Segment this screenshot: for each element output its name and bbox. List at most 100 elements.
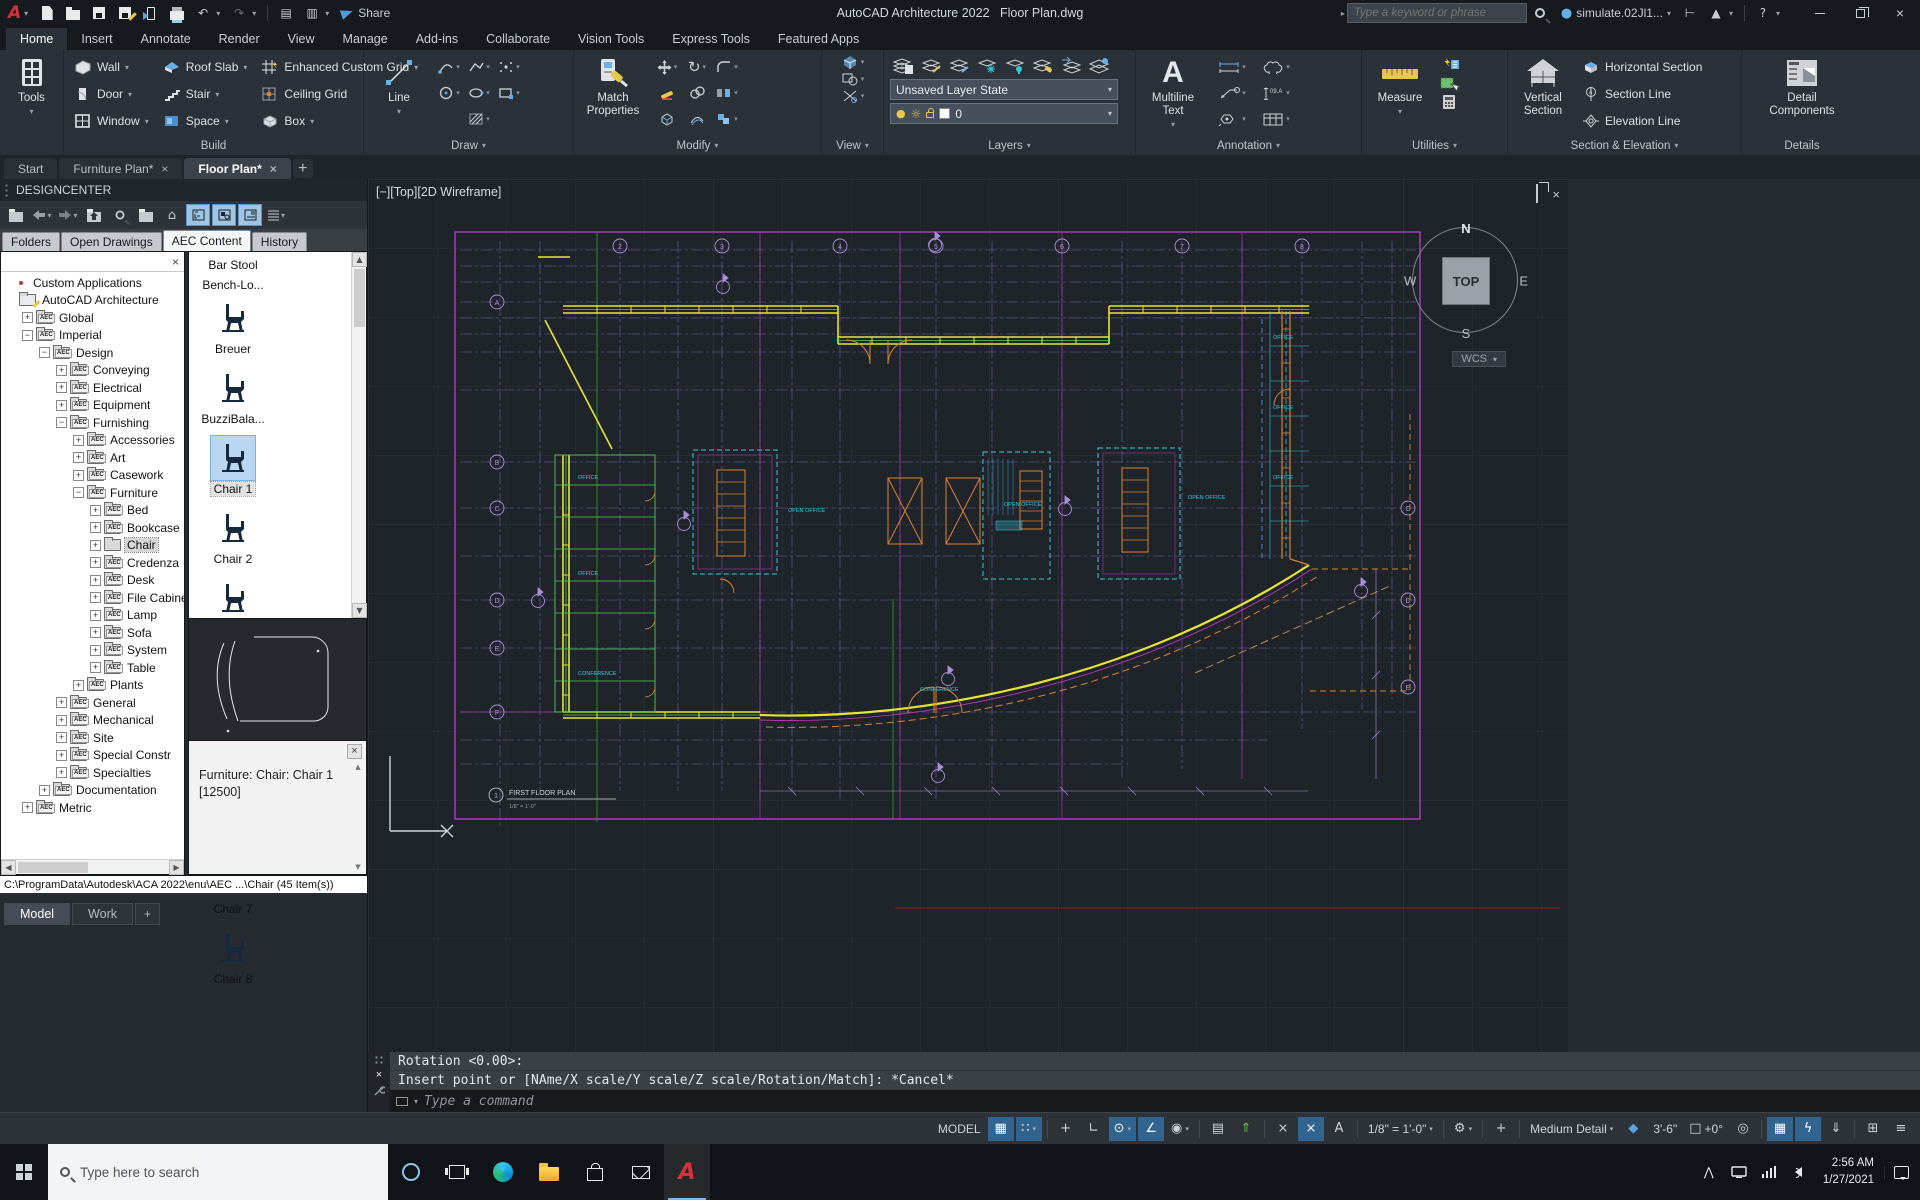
tree-expand-toggle[interactable] xyxy=(56,382,67,393)
layer-previous-button[interactable] xyxy=(1058,54,1084,76)
viewcube-west[interactable]: W xyxy=(1404,274,1416,289)
panel-label-utilities[interactable]: Utilities▾ xyxy=(1362,136,1507,155)
description-toggle-button[interactable] xyxy=(238,204,262,226)
annotation-angle-toggle[interactable]: ∠ xyxy=(1138,1117,1164,1141)
plot-button[interactable] xyxy=(164,2,190,24)
space-button[interactable]: Space▾ xyxy=(159,108,252,134)
tree-expand-toggle[interactable] xyxy=(22,312,33,323)
dynamic-input-toggle[interactable]: + xyxy=(1053,1117,1079,1141)
description-scrollbar[interactable]: ▲▼ xyxy=(352,763,364,872)
window-button[interactable]: Window▾ xyxy=(70,108,153,134)
array-button[interactable]: ▾ xyxy=(712,106,742,132)
point-button[interactable]: ▾ xyxy=(494,54,524,80)
content-vertical-scrollbar[interactable]: ▲ ▼ xyxy=(351,252,366,618)
favorites-button[interactable] xyxy=(134,204,158,226)
tree-item[interactable]: Imperial xyxy=(1,327,184,345)
block-item[interactable]: Breuer xyxy=(194,296,272,356)
revision-cloud-button[interactable]: ▾ xyxy=(1254,54,1298,80)
tree-view-toggle-button[interactable] xyxy=(186,204,210,226)
customize-wrench-icon[interactable] xyxy=(373,1085,385,1097)
tree-expand-toggle[interactable] xyxy=(56,767,67,778)
copy-button[interactable] xyxy=(682,80,712,106)
circle-button[interactable]: ▾ xyxy=(434,80,464,106)
graphics-performance-toggle[interactable]: ▦ xyxy=(1767,1117,1793,1141)
sheet-set-manager-button[interactable]: ▤ xyxy=(273,2,299,24)
tree-expand-toggle[interactable] xyxy=(39,347,50,358)
close-description-icon[interactable]: × xyxy=(347,744,362,759)
ribbon-tab[interactable]: Vision Tools xyxy=(564,28,658,50)
new-drawing-tab-button[interactable]: + xyxy=(293,159,313,178)
tree-item[interactable]: General xyxy=(1,694,184,712)
layer-color-swatch[interactable] xyxy=(939,108,950,119)
tree-expand-toggle[interactable] xyxy=(90,557,101,568)
move-button[interactable]: ▾ xyxy=(652,54,682,80)
close-tree-icon[interactable]: × xyxy=(172,255,179,269)
ribbon-tab[interactable]: Collaborate xyxy=(472,28,564,50)
search-button[interactable] xyxy=(1527,2,1553,24)
designcenter-tab[interactable]: Open Drawings xyxy=(61,232,162,251)
file-explorer-button[interactable] xyxy=(526,1144,572,1200)
ribbon-tab[interactable]: Featured Apps xyxy=(764,28,873,50)
designcenter-tab[interactable]: History xyxy=(252,232,307,251)
ribbon-tab[interactable]: Manage xyxy=(329,28,402,50)
tree-item[interactable]: Mechanical xyxy=(1,712,184,730)
layer-thaw-sun-icon[interactable]: ☼ xyxy=(911,107,922,121)
layer-on-bulb-icon[interactable]: ● xyxy=(896,107,906,120)
mirror-button[interactable]: ▾ xyxy=(712,80,742,106)
taskbar-clock[interactable]: 2:56 AM 1/27/2021 xyxy=(1815,1155,1882,1190)
arc-button[interactable]: ▾ xyxy=(434,54,464,80)
recent-commands-icon[interactable] xyxy=(396,1097,408,1106)
tree-item[interactable]: System xyxy=(1,642,184,660)
mail-button[interactable] xyxy=(618,1144,664,1200)
isometric-drafting-toggle[interactable]: ◉▾ xyxy=(1166,1117,1194,1141)
help-search-input[interactable] xyxy=(1347,3,1527,23)
signed-in-user[interactable]: simulate.02Jl1... xyxy=(1576,6,1663,20)
customization-menu-button[interactable]: ≡ xyxy=(1888,1117,1914,1141)
taskbar-search-box[interactable]: Type here to search xyxy=(48,1144,388,1200)
command-input[interactable]: ▾ Type a command xyxy=(390,1090,1920,1112)
customize-qat-caret-icon[interactable]: ▾ xyxy=(325,9,329,18)
display-tray-icon[interactable] xyxy=(1725,1144,1753,1200)
ribbon-tab[interactable]: Add-ins xyxy=(402,28,472,50)
open-file-button[interactable] xyxy=(60,2,86,24)
offset-button[interactable] xyxy=(682,106,712,132)
panel-label-modify[interactable]: Modify▾ xyxy=(574,136,821,155)
annotation-visibility-toggle[interactable]: ▤ xyxy=(1205,1117,1231,1141)
tree-item[interactable]: AutoCAD Architecture xyxy=(1,292,184,310)
forward-button[interactable]: ▾ xyxy=(56,204,80,226)
save-button[interactable] xyxy=(86,2,112,24)
panel-label-details[interactable]: Details xyxy=(1742,136,1862,155)
quick-calculator-button[interactable] xyxy=(1438,94,1460,110)
section-line-button[interactable]: A Section Line xyxy=(1578,81,1706,107)
display-theme-button[interactable]: ◆ xyxy=(1620,1117,1646,1141)
viewcube-north[interactable]: N xyxy=(1461,221,1470,236)
object-snap-toggle[interactable]: ⨯ xyxy=(1298,1117,1324,1141)
file-tab[interactable]: Floor Plan* × xyxy=(184,158,290,179)
app-menu-caret-icon[interactable]: ▾ xyxy=(24,9,28,18)
show-hidden-icons-button[interactable]: ⋀ xyxy=(1695,1144,1723,1200)
tree-item[interactable]: Art xyxy=(1,449,184,467)
block-item[interactable]: Chair 2 xyxy=(194,506,272,566)
ribbon-tab[interactable]: Home xyxy=(6,28,67,50)
autocad-taskbar-button[interactable]: A xyxy=(664,1144,710,1200)
tree-expand-toggle[interactable] xyxy=(90,540,101,551)
task-view-button[interactable] xyxy=(434,1144,480,1200)
ribbon-tab[interactable]: Annotate xyxy=(127,28,205,50)
viewcube-top-face[interactable]: TOP xyxy=(1442,257,1490,305)
layer-unlock-icon[interactable] xyxy=(926,112,934,118)
tree-item[interactable]: Electrical xyxy=(1,379,184,397)
cortana-button[interactable] xyxy=(388,1144,434,1200)
clean-screen-toggle[interactable]: ⊞ xyxy=(1860,1117,1886,1141)
layer-state-dropdown[interactable]: Unsaved Layer State▾ xyxy=(890,79,1118,100)
scroll-left-icon[interactable]: ◀ xyxy=(1,860,16,875)
tree-expand-toggle[interactable] xyxy=(90,645,101,656)
layer-isolate-button[interactable] xyxy=(946,54,972,76)
redo-history-caret-icon[interactable]: ▾ xyxy=(252,9,256,18)
ellipse-button[interactable]: ▾ xyxy=(464,80,494,106)
save-as-button[interactable] xyxy=(112,2,138,24)
door-button[interactable]: Door▾ xyxy=(70,81,153,107)
select-similar-button[interactable] xyxy=(1438,75,1460,91)
object-snap-tracking-toggle[interactable]: ⨯ xyxy=(1270,1117,1296,1141)
tree-item[interactable]: Casework xyxy=(1,467,184,485)
tree-expand-toggle[interactable] xyxy=(56,417,67,428)
